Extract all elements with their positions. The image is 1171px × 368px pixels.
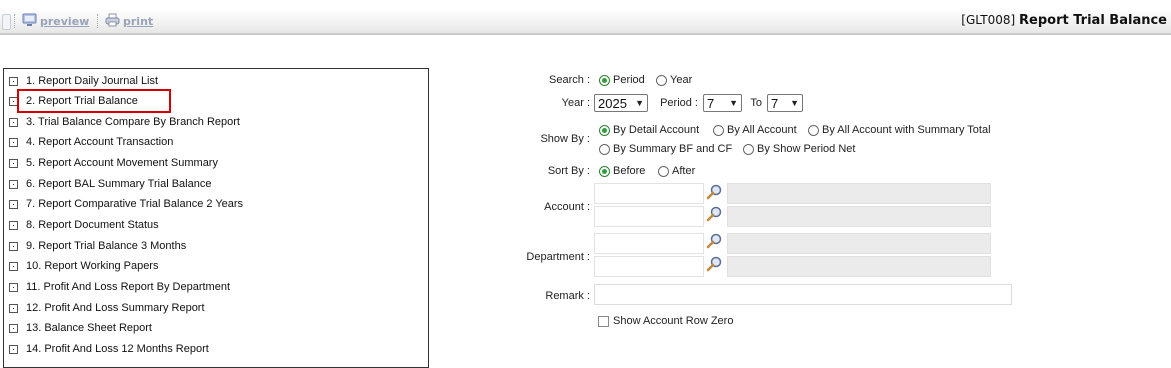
period-from-select[interactable]: 7 ▼ bbox=[703, 94, 742, 112]
report-list: 1. Report Daily Journal List 2. Report T… bbox=[3, 68, 429, 368]
account-from-search-icon[interactable] bbox=[706, 184, 722, 200]
expand-box-icon bbox=[9, 261, 18, 271]
show-by-all-radio[interactable]: By All Account bbox=[713, 124, 797, 136]
department-to-description bbox=[727, 256, 991, 277]
chevron-down-icon: ▼ bbox=[635, 98, 644, 108]
department-to-input[interactable] bbox=[594, 256, 704, 277]
period-to-select[interactable]: 7 ▼ bbox=[767, 94, 803, 112]
list-item[interactable]: 14. Profit And Loss 12 Months Report bbox=[9, 340, 209, 358]
list-item[interactable]: 8. Report Document Status bbox=[9, 216, 159, 234]
preview-label: preview bbox=[40, 14, 90, 28]
toolbar-separator bbox=[97, 14, 100, 28]
expand-box-icon bbox=[9, 323, 18, 333]
list-item[interactable]: 12. Profit And Loss Summary Report bbox=[9, 299, 205, 317]
department-label: Department : bbox=[526, 251, 590, 263]
report-toolbar: preview print [GLT008] Report Trial Bala… bbox=[0, 9, 1171, 35]
list-item[interactable]: 6. Report BAL Summary Trial Balance bbox=[9, 175, 211, 193]
toolbar-separator bbox=[14, 14, 17, 28]
list-item[interactable]: 7. Report Comparative Trial Balance 2 Ye… bbox=[9, 195, 243, 213]
list-item[interactable]: 1. Report Daily Journal List bbox=[9, 72, 158, 90]
expand-box-icon bbox=[9, 199, 18, 209]
expand-box-icon bbox=[9, 179, 18, 189]
expand-box-icon bbox=[9, 282, 18, 292]
expand-box-icon bbox=[9, 117, 18, 127]
selected-report-highlight bbox=[17, 89, 171, 113]
department-from-description bbox=[727, 233, 991, 254]
list-item[interactable]: 9. Report Trial Balance 3 Months bbox=[9, 237, 186, 255]
report-title: [GLT008] Report Trial Balance bbox=[961, 13, 1167, 28]
list-item[interactable]: 5. Report Account Movement Summary bbox=[9, 154, 218, 172]
sort-by-label: Sort By : bbox=[547, 165, 590, 177]
preview-icon bbox=[22, 13, 37, 30]
period-label: Period : bbox=[660, 97, 698, 109]
account-to-search-icon[interactable] bbox=[706, 206, 722, 222]
report-code: [GLT008] bbox=[961, 13, 1016, 27]
print-label: print bbox=[123, 14, 154, 28]
radio-selected-icon bbox=[599, 165, 610, 177]
sort-after-radio[interactable]: After bbox=[658, 165, 695, 177]
expand-box-icon bbox=[9, 344, 18, 354]
account-from-description bbox=[727, 183, 991, 204]
radio-icon bbox=[658, 165, 669, 177]
preview-button[interactable]: preview bbox=[22, 13, 89, 29]
expand-box-icon bbox=[9, 137, 18, 147]
expand-box-icon bbox=[9, 158, 18, 168]
chevron-down-icon: ▼ bbox=[729, 98, 738, 108]
search-year-radio[interactable]: Year bbox=[656, 74, 692, 86]
department-to-search-icon[interactable] bbox=[706, 256, 722, 272]
department-from-input[interactable] bbox=[594, 233, 704, 254]
list-item[interactable]: 13. Balance Sheet Report bbox=[9, 319, 152, 337]
account-from-input[interactable] bbox=[594, 183, 704, 204]
toolbar-grip-handle[interactable] bbox=[2, 14, 11, 30]
account-label: Account : bbox=[544, 201, 590, 213]
account-to-description bbox=[727, 206, 991, 227]
year-label: Year : bbox=[561, 97, 590, 109]
remark-label: Remark : bbox=[545, 290, 590, 302]
expand-box-icon bbox=[9, 76, 18, 86]
expand-box-icon bbox=[9, 303, 18, 313]
account-to-input[interactable] bbox=[594, 206, 704, 227]
search-period-radio[interactable]: Period bbox=[599, 74, 645, 86]
radio-selected-icon bbox=[599, 74, 610, 86]
expand-box-icon bbox=[9, 220, 18, 230]
radio-selected-icon bbox=[599, 124, 610, 136]
print-icon bbox=[105, 13, 120, 30]
show-by-period-net-radio[interactable]: By Show Period Net bbox=[743, 143, 855, 155]
radio-icon bbox=[743, 143, 754, 155]
show-by-summary-bf-cf-radio[interactable]: By Summary BF and CF bbox=[599, 143, 732, 155]
department-from-search-icon[interactable] bbox=[706, 233, 722, 249]
expand-box-icon bbox=[9, 241, 18, 251]
radio-icon bbox=[656, 74, 667, 86]
list-item[interactable]: 3. Trial Balance Compare By Branch Repor… bbox=[9, 113, 240, 131]
show-account-row-zero-checkbox[interactable]: Show Account Row Zero bbox=[598, 315, 733, 327]
show-by-detail-radio[interactable]: By Detail Account bbox=[599, 124, 699, 136]
report-name: Report Trial Balance bbox=[1019, 13, 1167, 28]
to-label: To bbox=[750, 97, 762, 109]
list-item[interactable]: 10. Report Working Papers bbox=[9, 257, 158, 275]
radio-icon bbox=[599, 143, 610, 155]
chevron-down-icon: ▼ bbox=[790, 98, 799, 108]
print-button[interactable]: print bbox=[105, 13, 153, 29]
show-by-label: Show By : bbox=[540, 133, 590, 145]
sort-before-radio[interactable]: Before bbox=[599, 165, 645, 177]
search-label: Search : bbox=[549, 74, 590, 86]
show-by-all-summary-radio[interactable]: By All Account with Summary Total bbox=[808, 124, 991, 136]
radio-icon bbox=[808, 124, 819, 136]
list-item[interactable]: 11. Profit And Loss Report By Department bbox=[9, 278, 230, 296]
year-select[interactable]: 2025 ▼ bbox=[594, 94, 648, 112]
remark-input[interactable] bbox=[594, 284, 1012, 305]
list-item[interactable]: 4. Report Account Transaction bbox=[9, 133, 173, 151]
radio-icon bbox=[713, 124, 724, 136]
checkbox-icon bbox=[598, 315, 609, 327]
